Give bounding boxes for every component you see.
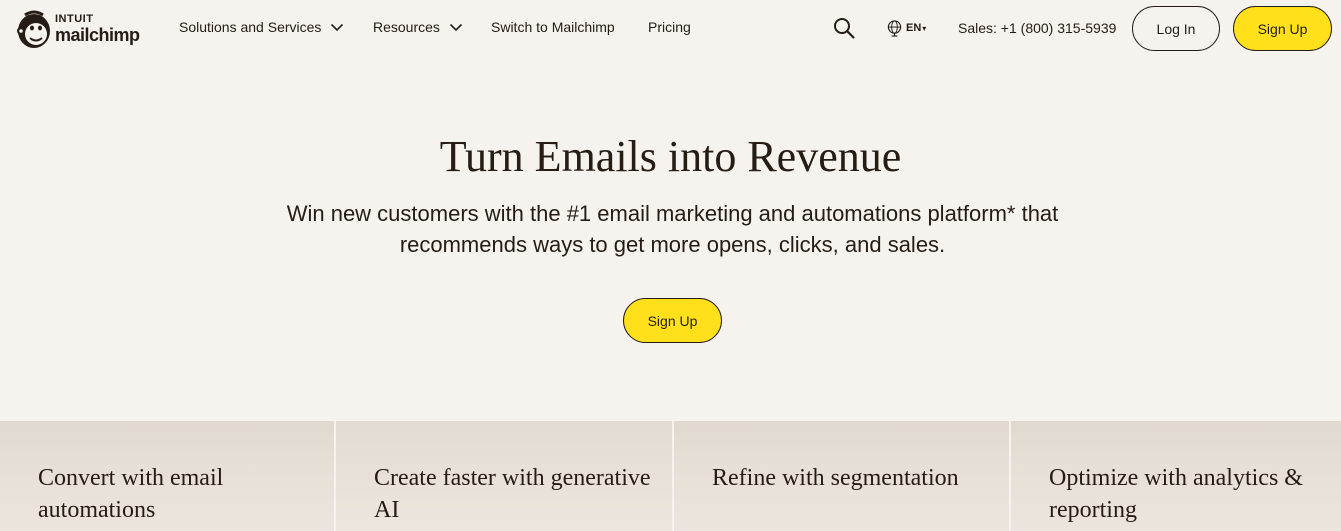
globe-icon	[887, 20, 902, 37]
feature-tile-automations[interactable]: Convert with email automations	[0, 421, 334, 531]
nav-pricing[interactable]: Pricing	[648, 19, 691, 35]
feature-tiles: Convert with email automations Create fa…	[0, 421, 1341, 531]
hero-subtitle: Win new customers with the #1 email mark…	[286, 201, 1059, 257]
logo-intuit-text: INTUIT	[55, 13, 94, 25]
nav-switch-label: Switch to Mailchimp	[491, 19, 615, 35]
logo-wordmark: INTUIT mailchimp	[55, 13, 140, 45]
feature-tile-title: Convert with email automations	[38, 465, 224, 523]
feature-tile-generative-ai[interactable]: Create faster with generative AI	[336, 421, 672, 531]
language-selector[interactable]: EN ▾	[886, 19, 926, 37]
log-in-button[interactable]: Log In	[1132, 6, 1220, 51]
feature-tile-segmentation[interactable]: Refine with segmentation	[674, 421, 1009, 531]
sign-up-button[interactable]: Sign Up	[1233, 6, 1332, 51]
freddie-chimp-icon	[17, 10, 50, 48]
hero-sign-up-button[interactable]: Sign Up	[623, 298, 722, 343]
logo-mailchimp-text: mailchimp	[55, 25, 140, 45]
nav-solutions-label: Solutions and Services	[179, 19, 322, 35]
sales-phone[interactable]: Sales: +1 (800) 315-5939	[958, 20, 1116, 36]
chevron-down-icon	[449, 23, 462, 32]
search-icon[interactable]	[832, 16, 856, 40]
feature-tile-title: Optimize with analytics & reporting	[1049, 465, 1303, 523]
language-label: EN	[906, 22, 922, 34]
hero-title: Turn Emails into Revenue	[439, 132, 902, 181]
feature-tile-analytics[interactable]: Optimize with analytics & reporting	[1011, 421, 1341, 531]
site-header: INTUIT mailchimp Solutions and Services …	[0, 0, 1341, 58]
mailchimp-logo[interactable]: INTUIT mailchimp	[15, 9, 140, 49]
chevron-down-icon: ▾	[922, 23, 927, 33]
feature-tile-title: Create faster with generative AI	[374, 465, 651, 523]
nav-solutions-and-services[interactable]: Solutions and Services	[179, 19, 344, 35]
feature-tile-title: Refine with segmentation	[712, 465, 959, 491]
nav-switch-to-mailchimp[interactable]: Switch to Mailchimp	[491, 19, 615, 35]
nav-resources-label: Resources	[373, 19, 440, 35]
nav-resources[interactable]: Resources	[373, 19, 463, 35]
nav-pricing-label: Pricing	[648, 19, 691, 35]
chevron-down-icon	[331, 23, 344, 32]
